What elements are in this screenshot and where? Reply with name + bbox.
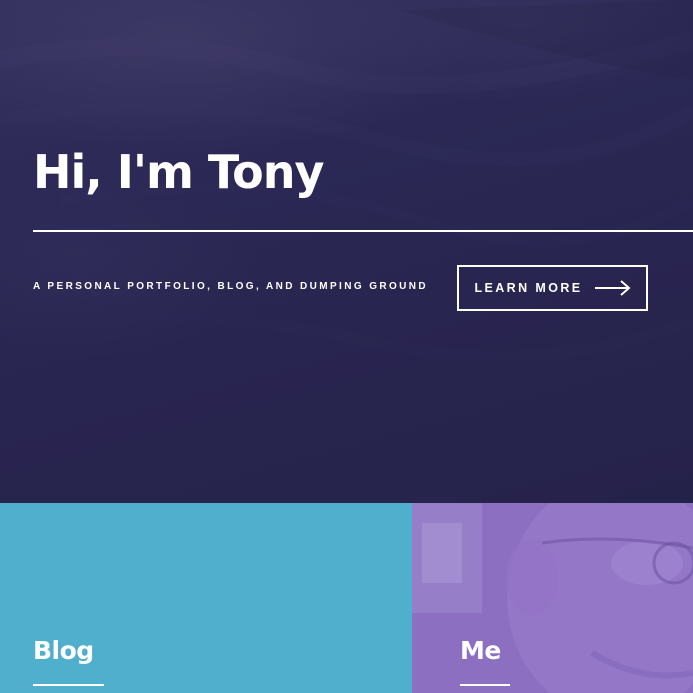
hero-tagline: A PERSONAL PORTFOLIO, BLOG, AND DUMPING … [33,281,429,292]
blog-tile-underline [33,684,104,686]
hero-divider [33,230,693,232]
me-tile[interactable]: Me [412,503,693,693]
hero-background-texture [0,0,693,362]
hero-title: Hi, I'm Tony [33,145,325,199]
blog-tile-title: Blog [33,636,94,665]
blog-tile[interactable]: Blog [0,503,412,693]
arrow-right-icon [594,280,631,296]
me-tile-title: Me [460,636,501,665]
hero-banner: Hi, I'm Tony A PERSONAL PORTFOLIO, BLOG,… [0,0,693,503]
page: Hi, I'm Tony A PERSONAL PORTFOLIO, BLOG,… [0,0,693,693]
me-tile-underline [460,684,510,686]
learn-more-label: LEARN MORE [474,281,583,295]
me-tile-photo [412,503,693,693]
learn-more-button[interactable]: LEARN MORE [457,265,648,311]
